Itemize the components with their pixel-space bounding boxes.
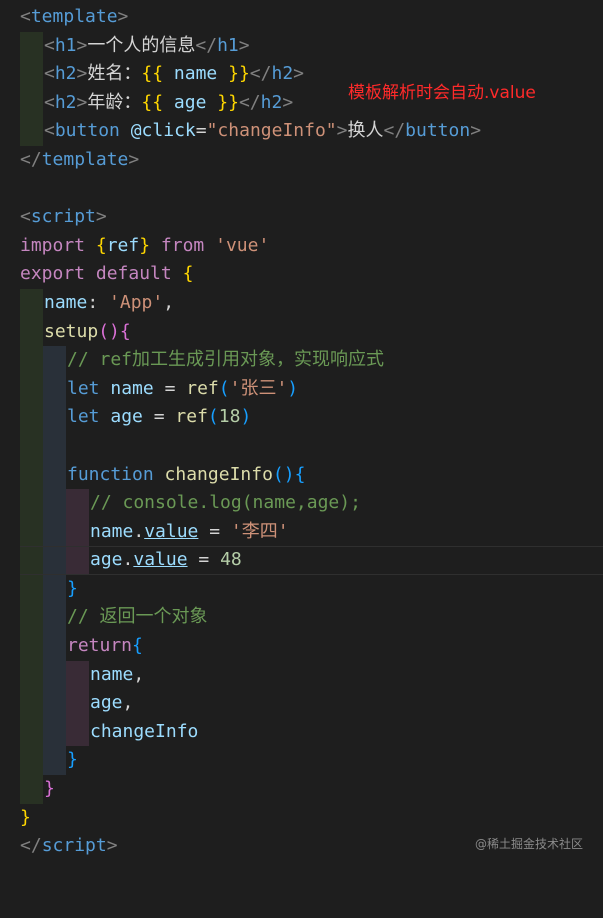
name-interpolation: name	[173, 63, 218, 85]
code-line-23: return{	[0, 632, 603, 661]
code-line-15: let age = ref(18)	[0, 403, 603, 432]
component-name: 'App'	[109, 291, 164, 313]
code-line-12: setup(){	[0, 317, 603, 347]
comment-ref: // ref加工生成引用对象，实现响应式	[67, 349, 385, 371]
code-line-28: }	[0, 775, 603, 804]
watermark: @稀土掘金技术社区	[474, 837, 583, 851]
h2-name-label: 姓名：	[87, 63, 142, 85]
code-line-21: }	[0, 574, 603, 604]
comment-log: // console.log(name,age);	[90, 492, 361, 514]
h2-age-label: 年龄：	[87, 91, 142, 113]
import-source: 'vue'	[215, 234, 270, 256]
code-line-1: <template>	[20, 6, 129, 27]
initial-age: 18	[218, 406, 241, 428]
code-line-27: }	[0, 746, 603, 776]
h1-text: 一个人的信息	[87, 34, 196, 56]
code-line-2: <h1>一个人的信息</h1>	[0, 31, 603, 61]
code-line-11: name: 'App',	[0, 288, 603, 318]
initial-name: '张三'	[229, 377, 288, 399]
code-line-17: function changeInfo(){	[0, 460, 603, 490]
click-handler: "changeInfo"	[206, 120, 337, 142]
code-line-22: // 返回一个对象	[0, 603, 603, 633]
comment-return: // 返回一个对象	[67, 606, 208, 628]
new-age: 48	[220, 549, 242, 571]
click-attr: @click	[130, 120, 196, 142]
code-line-25: age,	[0, 689, 603, 718]
code-line-10: export default {	[20, 263, 194, 285]
code-line-26: changeInfo	[0, 717, 603, 747]
code-line-16	[0, 431, 603, 461]
import-name: ref	[106, 234, 140, 256]
code-line-9: import {ref} from 'vue'	[20, 234, 270, 256]
button-text: 换人	[347, 120, 384, 142]
code-line-24: name,	[0, 660, 603, 690]
code-line-5: <button @click="changeInfo">换人</button>	[0, 117, 603, 146]
code-line-19: name.value = '李四'	[0, 517, 603, 547]
annotation-note: 模板解析时会自动.value	[348, 83, 536, 103]
code-line-8: <script>	[20, 206, 107, 228]
code-line-20: age.value = 48	[0, 546, 603, 575]
code-line-18: // console.log(name,age);	[0, 489, 603, 518]
code-line-13: // ref加工生成引用对象，实现响应式	[0, 346, 603, 375]
code-line-29: }	[20, 806, 31, 828]
code-editor[interactable]: <template> <h1>一个人的信息</h1> <h2>姓名：{{ nam…	[0, 3, 603, 861]
function-name: changeInfo	[164, 463, 273, 485]
code-line-14: let name = ref('张三')	[0, 374, 603, 404]
new-name: '李四'	[230, 520, 289, 542]
code-line-6: </template>	[20, 148, 140, 170]
age-interpolation: age	[173, 91, 207, 113]
